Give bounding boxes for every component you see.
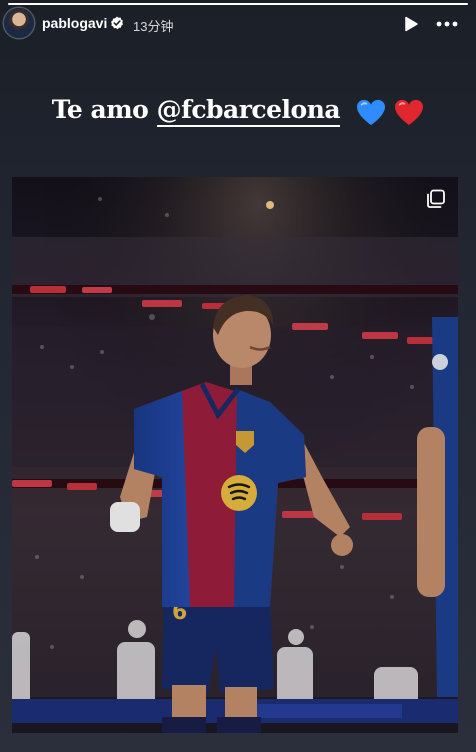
story-progress-fill [8, 3, 468, 5]
username[interactable]: pablogavi [42, 15, 107, 31]
story-progress-bar [8, 3, 468, 5]
multiple-photos-icon [427, 189, 445, 208]
timestamp: 13分钟 [133, 19, 174, 34]
verified-badge-icon [111, 16, 123, 30]
blue-heart-icon [357, 99, 386, 125]
mention-sticker[interactable]: @fcbarcelona [156, 95, 341, 127]
player-photo-illustration: 6 [12, 177, 458, 733]
avatar[interactable] [4, 8, 34, 38]
play-icon[interactable] [403, 16, 419, 32]
more-options-icon[interactable] [436, 21, 458, 27]
story-header: pablogavi 13分钟 [0, 8, 476, 40]
heart-emojis [356, 96, 424, 127]
caption-text: Te amo [51, 95, 157, 124]
red-heart-icon [395, 99, 424, 125]
story-photo[interactable]: 6 [12, 177, 458, 733]
story-caption: Te amo @fcbarcelona [0, 95, 476, 127]
